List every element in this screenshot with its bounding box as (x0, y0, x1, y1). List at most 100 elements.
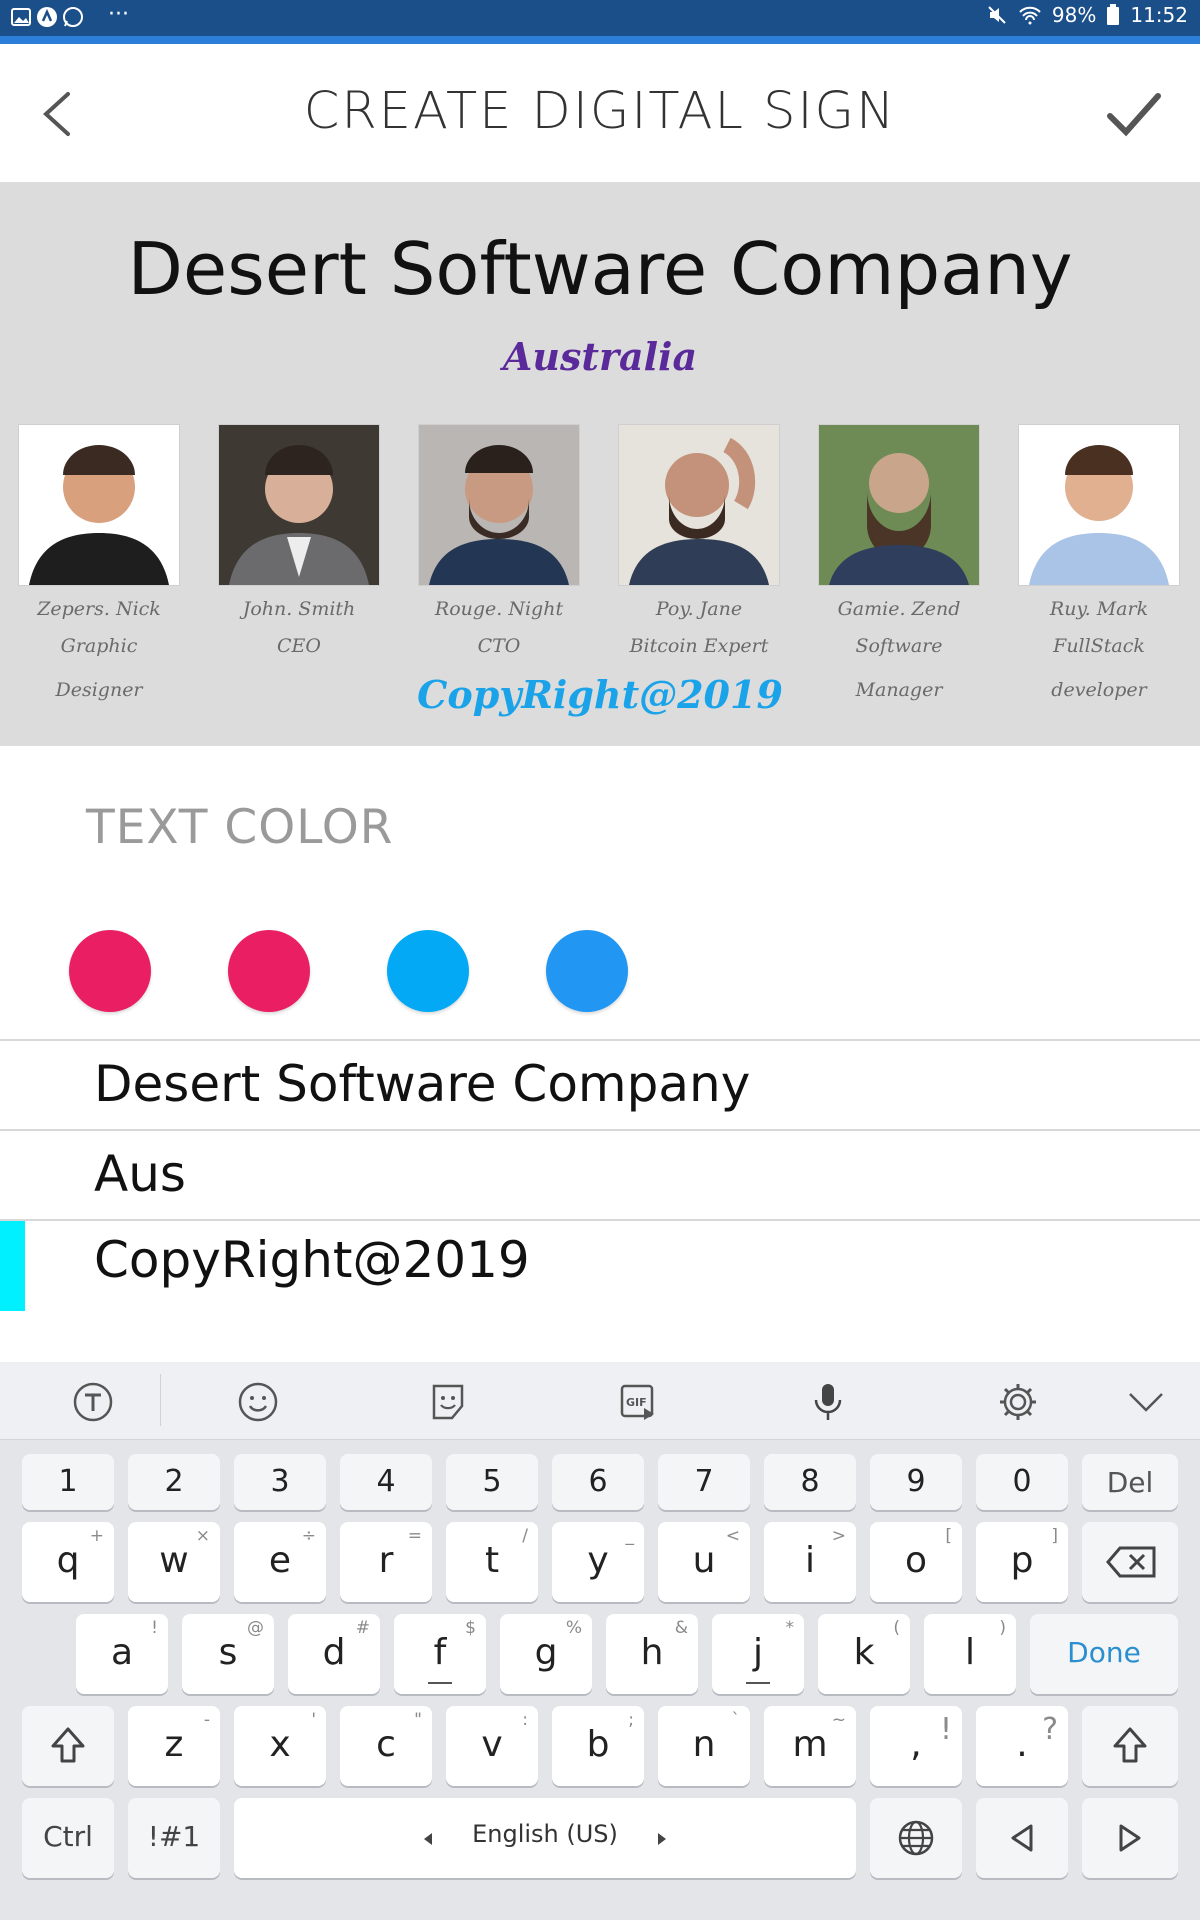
key-u[interactable]: < u (658, 1522, 750, 1602)
arrow-left-icon (1011, 1824, 1033, 1852)
key-d[interactable]: # d (288, 1614, 380, 1694)
key-p[interactable]: ] p (976, 1522, 1068, 1602)
key-6[interactable]: 6 (552, 1454, 644, 1510)
person-name: Poy. Jane (655, 598, 743, 620)
key-1[interactable]: 1 (22, 1454, 114, 1510)
key-i[interactable]: > i (764, 1522, 856, 1602)
key-a[interactable]: ! a (76, 1614, 168, 1694)
key-z[interactable]: -z (128, 1706, 220, 1786)
person-photo (18, 424, 180, 586)
color-swatch-pink[interactable] (69, 930, 151, 1012)
check-icon[interactable] (1104, 86, 1164, 142)
person-name: Gamie. Zend (837, 598, 961, 620)
language-key[interactable] (870, 1798, 962, 1878)
app-notification-icon (37, 7, 57, 27)
shift-key-left[interactable] (22, 1706, 114, 1786)
cursor-left-key[interactable] (976, 1798, 1068, 1878)
footer-field[interactable]: CopyRight@2019 (0, 1219, 1200, 1311)
toolbar-divider (160, 1374, 161, 1426)
more-notifications-icon: ··· (108, 2, 129, 27)
shift-icon (51, 1727, 85, 1763)
backspace-key[interactable] (1082, 1522, 1178, 1602)
company-name-field[interactable]: Desert Software Company (0, 1039, 1200, 1131)
key-q[interactable]: + q (22, 1522, 114, 1602)
key-v[interactable]: :v (446, 1706, 538, 1786)
key-t[interactable]: / t (446, 1522, 538, 1602)
color-swatch-pink[interactable] (228, 930, 310, 1012)
key-period[interactable]: ?. (976, 1706, 1068, 1786)
key-h[interactable]: & h (606, 1614, 698, 1694)
sticker-icon[interactable] (426, 1380, 470, 1424)
wifi-icon (1019, 6, 1041, 25)
person-photo (818, 424, 980, 586)
person-name: Rouge. Night (434, 598, 564, 620)
soft-keyboard: GIF 1 2 3 4 5 6 7 8 9 0 Del + q × w ÷ e = r … (0, 1362, 1200, 1920)
gif-icon[interactable]: GIF (616, 1380, 660, 1424)
person-role: CTO (477, 635, 521, 657)
person-photo (218, 424, 380, 586)
key-9[interactable]: 9 (870, 1454, 962, 1510)
key-y[interactable]: _ y (552, 1522, 644, 1602)
delete-key[interactable]: Del (1082, 1454, 1178, 1510)
person-photo (418, 424, 580, 586)
emoji-icon[interactable] (236, 1380, 280, 1424)
ctrl-key[interactable]: Ctrl (22, 1798, 114, 1878)
key-comma[interactable]: !, (870, 1706, 962, 1786)
key-o[interactable]: [o (870, 1522, 962, 1602)
language-next-icon (658, 1833, 666, 1845)
key-k[interactable]: (k (818, 1614, 910, 1694)
page-title: CREATE DIGITAL SIGN (303, 82, 897, 141)
key-7[interactable]: 7 (658, 1454, 750, 1510)
team-member-card: Zepers. Nick Graphic Designer (18, 424, 180, 701)
key-s[interactable]: @ s (182, 1614, 274, 1694)
app-header: CREATE DIGITAL SIGN (0, 44, 1200, 184)
key-4[interactable]: 4 (340, 1454, 432, 1510)
key-c[interactable]: " c (340, 1706, 432, 1786)
key-3[interactable]: 3 (234, 1454, 326, 1510)
person-role: Software Manager (855, 635, 943, 701)
key-g[interactable]: % g (500, 1614, 592, 1694)
person-photo (618, 424, 780, 586)
sign-subtitle: Australia (502, 334, 698, 379)
key-w[interactable]: × w (128, 1522, 220, 1602)
key-2[interactable]: 2 (128, 1454, 220, 1510)
key-5[interactable]: 5 (446, 1454, 538, 1510)
shift-key-right[interactable] (1082, 1706, 1178, 1786)
company-name-value: Desert Software Company (94, 1055, 751, 1113)
key-n[interactable]: ` n (658, 1706, 750, 1786)
key-x[interactable]: ' x (234, 1706, 326, 1786)
key-0[interactable]: 0 (976, 1454, 1068, 1510)
key-j[interactable]: * j (712, 1614, 804, 1694)
key-b[interactable]: ; b (552, 1706, 644, 1786)
mute-icon (988, 6, 1006, 24)
text-mode-icon[interactable] (71, 1380, 115, 1424)
focus-indicator (0, 1221, 25, 1311)
team-member-card: Rouge. Night CTO (418, 424, 580, 664)
cursor-right-key[interactable] (1082, 1798, 1178, 1878)
status-bar: ··· 98% 11:52 (0, 0, 1200, 44)
team-member-card: John. Smith CEO (218, 424, 380, 664)
home-key-marker (428, 1682, 452, 1684)
key-m[interactable]: ~ m (764, 1706, 856, 1786)
home-key-marker (746, 1682, 770, 1684)
key-e[interactable]: ÷ e (234, 1522, 326, 1602)
person-name: Ruy. Mark (1049, 598, 1149, 620)
spacebar[interactable]: English (US) (234, 1798, 856, 1878)
settings-gear-icon[interactable] (996, 1380, 1040, 1424)
key-f[interactable]: $ f (394, 1614, 486, 1694)
key-l[interactable]: ) l (924, 1614, 1016, 1694)
done-key[interactable]: Done (1030, 1614, 1178, 1694)
gallery-icon (11, 8, 31, 26)
microphone-icon[interactable] (806, 1380, 850, 1424)
globe-icon (898, 1820, 934, 1856)
symbols-key[interactable]: !#1 (128, 1798, 220, 1878)
key-8[interactable]: 8 (764, 1454, 856, 1510)
hide-keyboard-chevron-icon[interactable] (1124, 1380, 1168, 1424)
subtitle-field[interactable]: Aus (0, 1129, 1200, 1221)
keyboard-toolbar: GIF (0, 1362, 1200, 1440)
color-swatch-blue[interactable] (546, 930, 628, 1012)
key-r[interactable]: = r (340, 1522, 432, 1602)
color-swatch-light-blue[interactable] (387, 930, 469, 1012)
footer-value: CopyRight@2019 (94, 1231, 530, 1289)
team-member-card: Ruy. Mark FullStack developer (1018, 424, 1180, 701)
